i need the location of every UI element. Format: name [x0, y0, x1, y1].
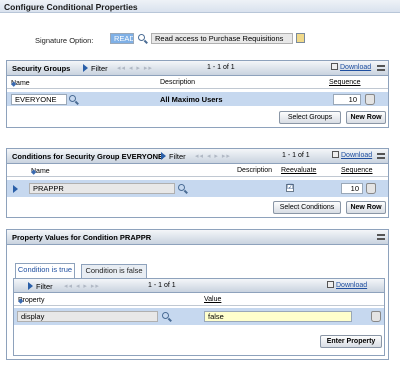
property-values-section: Property Values for Condition PRAPPR Con… — [6, 229, 389, 360]
sort-icon: ◆ — [18, 298, 24, 305]
filter-label: Filter — [169, 152, 186, 161]
property-name-field[interactable]: display — [17, 311, 158, 322]
menu-icon[interactable] — [377, 234, 385, 240]
column-description: Description — [237, 167, 273, 174]
trash-icon[interactable] — [366, 183, 376, 194]
trash-icon[interactable] — [371, 311, 381, 322]
table-row[interactable]: display false — [14, 308, 384, 325]
property-columns: Property ◆ Value — [14, 295, 384, 306]
pagination-arrows: ◂◂ ◂ ▸ ▸▸ — [117, 65, 153, 72]
download-icon — [327, 281, 334, 288]
sort-icon: ◆ — [31, 169, 37, 176]
trash-icon[interactable] — [365, 94, 375, 105]
property-value-field[interactable]: false — [204, 311, 352, 322]
pagination-arrows: ◂◂ ◂ ▸ ▸▸ — [64, 283, 100, 290]
filter-icon — [83, 64, 88, 72]
search-icon[interactable] — [162, 312, 169, 319]
sort-icon: ◆ — [11, 81, 17, 88]
reevaluate-checkbox[interactable]: ☑ — [286, 184, 294, 192]
condition-name-field[interactable]: PRAPPR — [29, 183, 175, 194]
conditions-title: Conditions for Security Group EVERYONE — [12, 152, 163, 161]
pagination-arrows: ◂◂ ◂ ▸ ▸▸ — [195, 153, 231, 160]
property-table-header: Filter ◂◂ ◂ ▸ ▸▸ 1 - 1 of 1 Download — [14, 279, 384, 293]
select-groups-button[interactable]: Select Groups — [279, 111, 341, 124]
column-sequence[interactable]: Sequence — [329, 79, 361, 86]
conditions-section: Conditions for Security Group EVERYONE F… — [6, 148, 389, 218]
filter-button[interactable]: Filter — [161, 152, 186, 161]
column-reevaluate[interactable]: Reevaluate — [281, 167, 316, 174]
lookup-icon[interactable] — [296, 33, 305, 43]
pagination-count: 1 - 1 of 1 — [282, 152, 310, 159]
menu-icon[interactable] — [377, 65, 385, 71]
filter-button[interactable]: Filter — [83, 64, 108, 73]
column-sequence[interactable]: Sequence — [341, 167, 373, 174]
group-name-field[interactable]: EVERYONE — [11, 94, 67, 105]
search-icon[interactable] — [178, 184, 185, 191]
filter-icon — [161, 152, 166, 160]
property-table: Filter ◂◂ ◂ ▸ ▸▸ 1 - 1 of 1 Download Pro… — [13, 278, 385, 356]
download-link[interactable]: Download — [332, 151, 372, 159]
conditions-columns: Name ◆ Description Reevaluate Sequence — [7, 166, 388, 177]
table-row[interactable]: EVERYONE All Maximo Users 10 — [7, 92, 388, 106]
filter-button[interactable]: Filter — [28, 282, 53, 291]
signature-description-field: Read access to Purchase Requisitions — [151, 33, 293, 44]
download-icon — [332, 151, 339, 158]
download-link[interactable]: Download — [327, 281, 367, 289]
download-link[interactable]: Download — [331, 63, 371, 71]
property-values-header: Property Values for Condition PRAPPR — [7, 230, 388, 245]
menu-icon[interactable] — [377, 153, 385, 159]
security-groups-columns: Name ◆ Description Sequence — [7, 78, 388, 89]
dialog-title: Configure Conditional Properties — [0, 0, 400, 13]
filter-icon — [28, 282, 33, 290]
security-groups-header: Security Groups Filter ◂◂ ◂ ▸ ▸▸ 1 - 1 o… — [7, 61, 388, 76]
pagination-count: 1 - 1 of 1 — [148, 282, 176, 289]
new-row-button[interactable]: New Row — [346, 201, 386, 214]
pagination-count: 1 - 1 of 1 — [207, 64, 235, 71]
group-description: All Maximo Users — [160, 95, 223, 104]
new-row-button[interactable]: New Row — [346, 111, 386, 124]
security-groups-title: Security Groups — [12, 64, 71, 73]
download-label: Download — [341, 152, 373, 159]
signature-option-label: Signature Option: — [35, 36, 94, 45]
download-label: Download — [336, 282, 368, 289]
search-icon[interactable] — [69, 95, 76, 102]
download-icon — [331, 63, 338, 70]
search-icon[interactable] — [138, 34, 145, 41]
condition-sequence-field[interactable]: 10 — [341, 183, 363, 194]
group-sequence-field[interactable]: 10 — [333, 94, 361, 105]
tab-condition-false[interactable]: Condition is false — [81, 264, 147, 278]
filter-label: Filter — [36, 282, 53, 291]
row-expand-icon[interactable] — [13, 185, 18, 193]
tab-condition-true[interactable]: Condition is true — [15, 263, 75, 278]
column-value[interactable]: Value — [204, 296, 221, 303]
filter-label: Filter — [91, 64, 108, 73]
signature-option-input[interactable]: READ — [110, 33, 134, 44]
table-row[interactable]: PRAPPR ☑ 10 — [7, 180, 388, 197]
download-label: Download — [340, 64, 372, 71]
enter-property-button[interactable]: Enter Property — [320, 335, 382, 348]
property-values-title: Property Values for Condition PRAPPR — [12, 233, 152, 242]
select-conditions-button[interactable]: Select Conditions — [273, 201, 341, 214]
column-description: Description — [160, 79, 196, 86]
security-groups-section: Security Groups Filter ◂◂ ◂ ▸ ▸▸ 1 - 1 o… — [6, 60, 389, 128]
conditions-header: Conditions for Security Group EVERYONE F… — [7, 149, 388, 164]
